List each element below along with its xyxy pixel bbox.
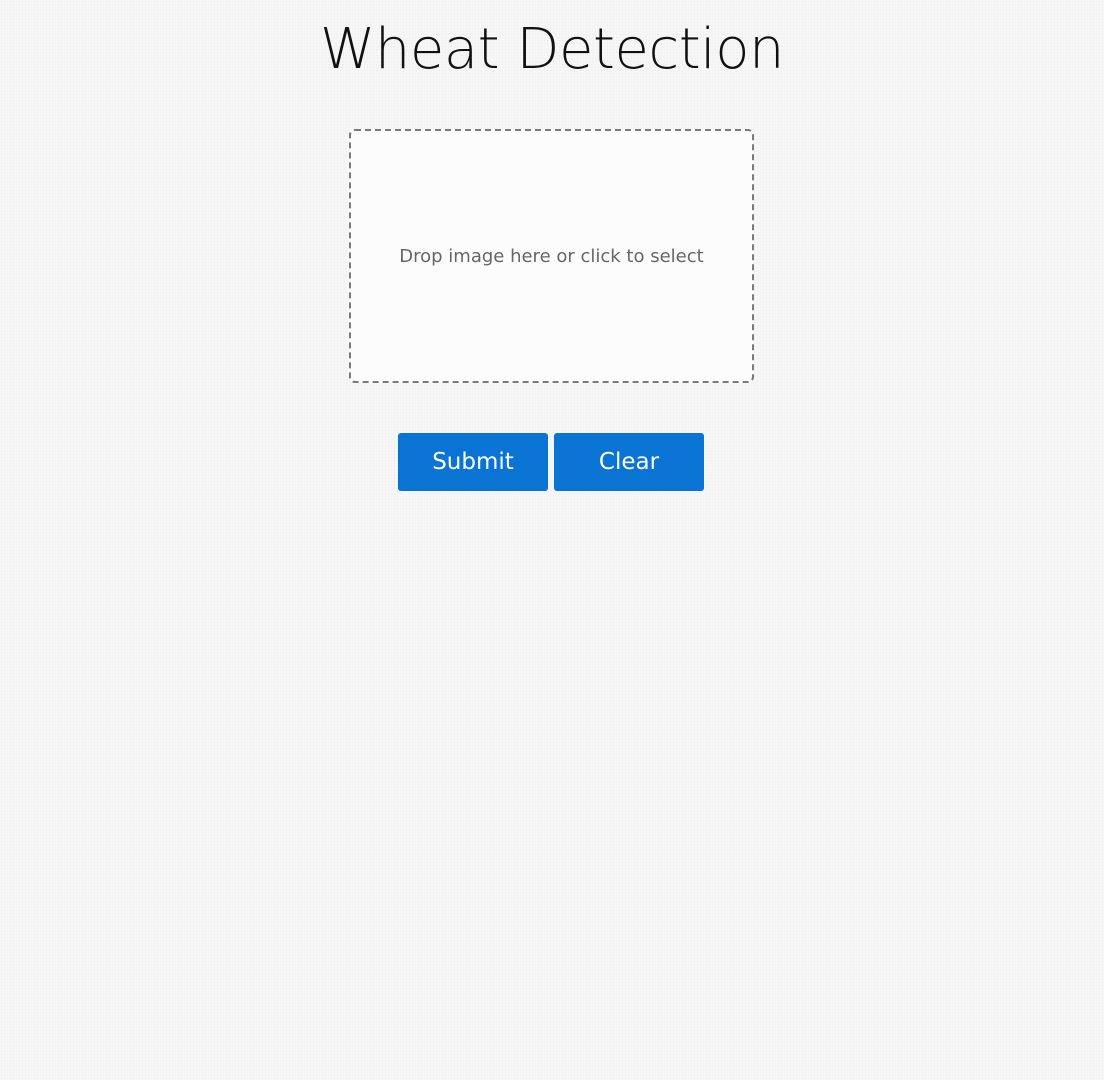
clear-button[interactable]: Clear <box>554 433 704 491</box>
image-dropzone[interactable]: Drop image here or click to select <box>349 129 754 383</box>
submit-button[interactable]: Submit <box>398 433 548 491</box>
page-title: Wheat Detection <box>320 17 784 82</box>
dropzone-instruction: Drop image here or click to select <box>399 245 704 267</box>
